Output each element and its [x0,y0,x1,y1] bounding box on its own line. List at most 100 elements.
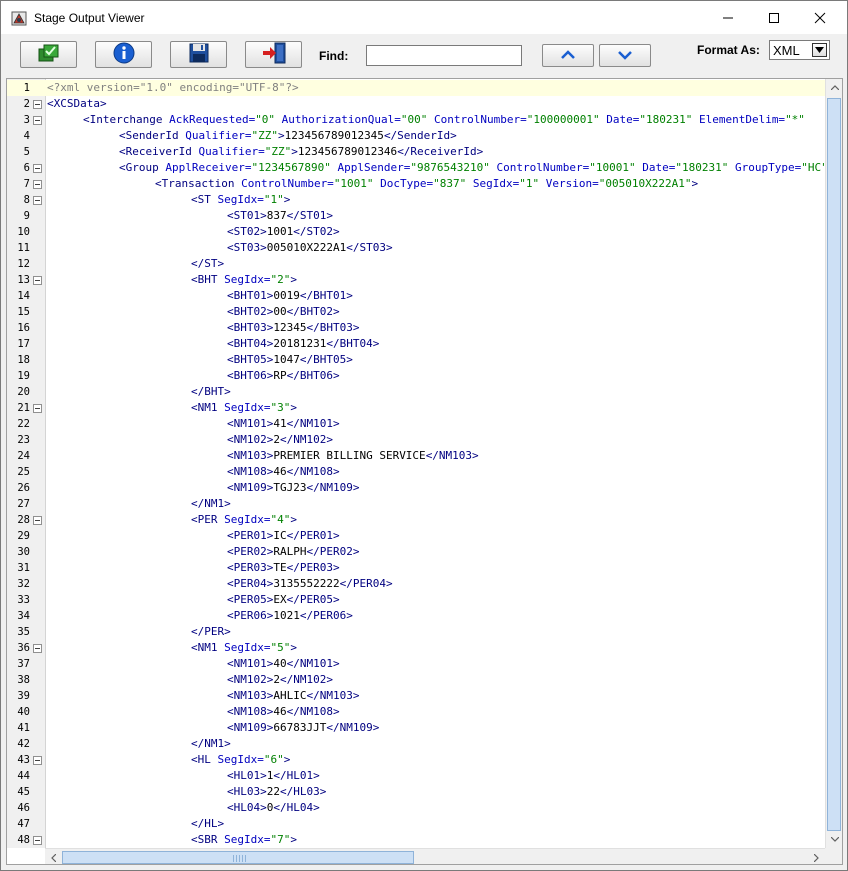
info-button[interactable] [95,41,152,68]
fold-toggle-icon[interactable] [33,100,42,109]
vertical-scroll-thumb[interactable] [827,98,841,831]
scroll-right-icon[interactable] [808,849,825,864]
code-line: 36 <NM1 SegIdx="5"> [7,640,827,656]
line-number: 32 [17,578,30,590]
find-next-button[interactable] [599,44,651,67]
code-text: </ST> [191,256,224,272]
code-token: > [290,833,297,846]
fold-toggle-icon[interactable] [33,276,42,285]
code-token: </PER02> [306,545,360,558]
code-line: 24 <NM103>PREMIER BILLING SERVICE</NM103> [7,448,827,464]
scroll-down-icon[interactable] [826,831,842,848]
fold-toggle-icon[interactable] [33,180,42,189]
window-title: Stage Output Viewer [34,11,145,25]
code-token: "10001" [589,161,636,174]
code-line: 12 </ST> [7,256,827,272]
fold-toggle-icon[interactable] [33,836,42,845]
line-number: 7 [23,178,30,190]
line-number: 28 [17,514,30,526]
code-text: </BHT> [191,384,231,400]
code-token: <ST [191,193,218,206]
code-token: > [277,129,285,142]
code-token: <PER [191,513,225,526]
vertical-scrollbar[interactable] [825,79,842,848]
find-input[interactable] [366,45,522,66]
code-token: <NM101> [227,417,274,430]
scroll-up-icon[interactable] [826,79,842,96]
horizontal-scrollbar[interactable] [45,848,825,864]
code-line: 30 <PER02>RALPH</PER02> [7,544,827,560]
code-text: <NM108>46</NM108> [227,464,340,480]
code-line: 33 <PER05>EX</PER05> [7,592,827,608]
code-token: 46 [273,705,287,718]
code-token: Date= [635,161,676,174]
line-number: 20 [17,386,30,398]
save-button[interactable] [170,41,227,68]
fold-toggle-icon[interactable] [33,756,42,765]
code-token: Qualifier= [198,145,265,158]
code-token: SegIdx= [224,273,271,286]
code-token: </NM1> [191,497,231,510]
find-previous-button[interactable] [542,44,594,67]
code-token: </ReceiverId> [397,145,484,158]
code-token: 123456789012346 [297,145,398,158]
xml-editor[interactable]: 1 <?xml version="1.0" encoding="UTF-8"?> 2… [6,78,843,865]
code-line: 13 <BHT SegIdx="2"> [7,272,827,288]
code-token: SegIdx= [224,641,271,654]
fold-toggle-icon[interactable] [33,644,42,653]
code-token: TE [273,561,287,574]
code-token: <BHT03> [227,321,274,334]
maximize-icon[interactable] [751,1,797,34]
code-token: 40 [273,657,287,670]
code-token: SegIdx= [217,753,264,766]
code-token: <Group [119,161,166,174]
line-number: 40 [17,706,30,718]
line-number: 43 [17,754,30,766]
fold-toggle-icon[interactable] [33,516,42,525]
code-token: > [283,193,291,206]
horizontal-scroll-thumb[interactable] [62,851,414,864]
code-token: </NM109> [306,481,360,494]
fold-toggle-icon[interactable] [33,404,42,413]
line-number: 18 [17,354,30,366]
code-token: "ZZ" [251,129,278,142]
code-token: "4" [270,513,291,526]
code-text: </NM1> [191,736,231,752]
code-token: <NM108> [227,705,274,718]
format-select[interactable]: XML [769,40,830,60]
code-token: </NM101> [286,657,340,670]
code-line: 5 <ReceiverId Qualifier="ZZ">123456789012… [7,144,827,160]
code-token: "1234567890" [251,161,331,174]
code-line: 25 <NM108>46</NM108> [7,464,827,480]
validate-button[interactable] [20,41,77,68]
code-token: 005010X222A1 [266,241,347,254]
close-icon[interactable] [797,1,843,34]
exit-button[interactable] [245,41,302,68]
code-token: 2 [273,433,280,446]
code-line: 31 <PER03>TE</PER03> [7,560,827,576]
code-line: 9 <ST01>837</ST01> [7,208,827,224]
line-number: 6 [23,162,30,174]
line-number: 31 [17,562,30,574]
code-token: RP [273,369,287,382]
code-token: </HL01> [273,769,320,782]
line-number: 2 [23,98,30,110]
dropdown-arrow-icon[interactable] [812,43,827,57]
scrollbar-corner [825,848,842,864]
fold-toggle-icon[interactable] [33,116,42,125]
line-number: 10 [17,226,30,238]
code-token: <NM102> [227,673,274,686]
line-number: 37 [17,658,30,670]
fold-toggle-icon[interactable] [33,196,42,205]
fold-toggle-icon[interactable] [33,164,42,173]
line-number: 24 [17,450,30,462]
up-chevron-icon [560,48,576,63]
code-line: 47 </HL> [7,816,827,832]
code-token: </PER03> [286,561,340,574]
line-number: 16 [17,322,30,334]
scroll-left-icon[interactable] [45,849,62,864]
code-line: 29 <PER01>IC</PER01> [7,528,827,544]
line-number: 8 [23,194,30,206]
code-token: 3135552222 [273,577,340,590]
minimize-icon[interactable] [705,1,751,34]
